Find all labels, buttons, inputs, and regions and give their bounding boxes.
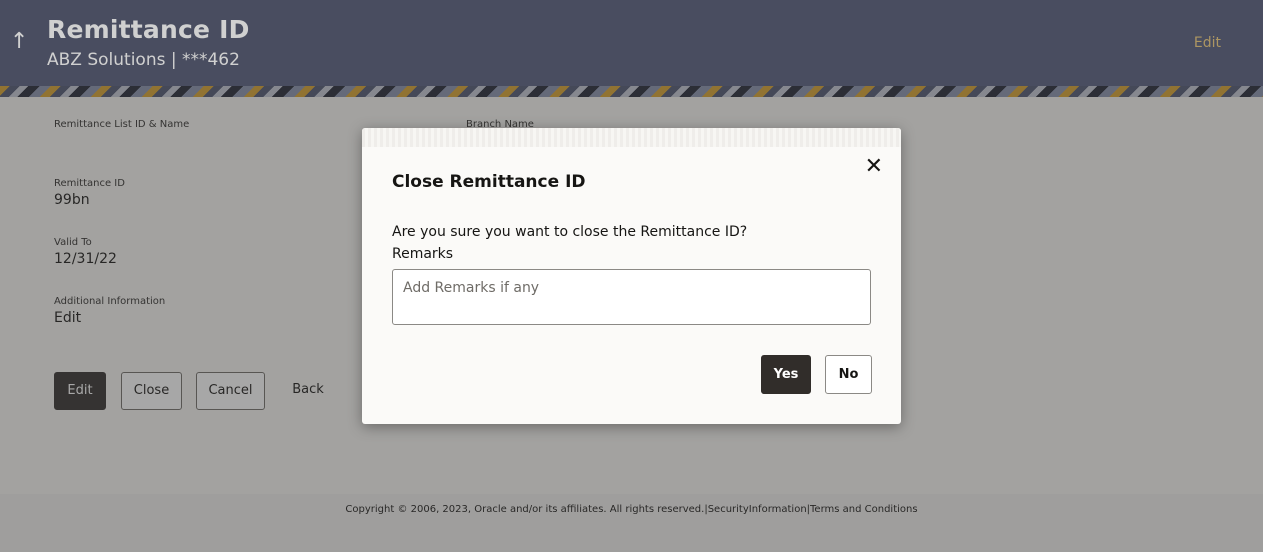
modal-title: Close Remittance ID [392, 172, 586, 192]
no-button[interactable]: No [825, 355, 872, 394]
modal-question: Are you sure you want to close the Remit… [392, 224, 748, 240]
close-remittance-dialog: ✕ Close Remittance ID Are you sure you w… [362, 128, 901, 424]
modal-texture-strip [362, 128, 901, 147]
yes-button[interactable]: Yes [761, 355, 811, 394]
remarks-input[interactable] [392, 269, 871, 325]
page-header: ↑ Remittance ID ABZ Solutions | ***462 E… [0, 0, 1263, 86]
close-icon[interactable]: ✕ [865, 156, 883, 178]
remarks-label: Remarks [392, 246, 454, 262]
header-overlay-dim [0, 0, 1263, 86]
